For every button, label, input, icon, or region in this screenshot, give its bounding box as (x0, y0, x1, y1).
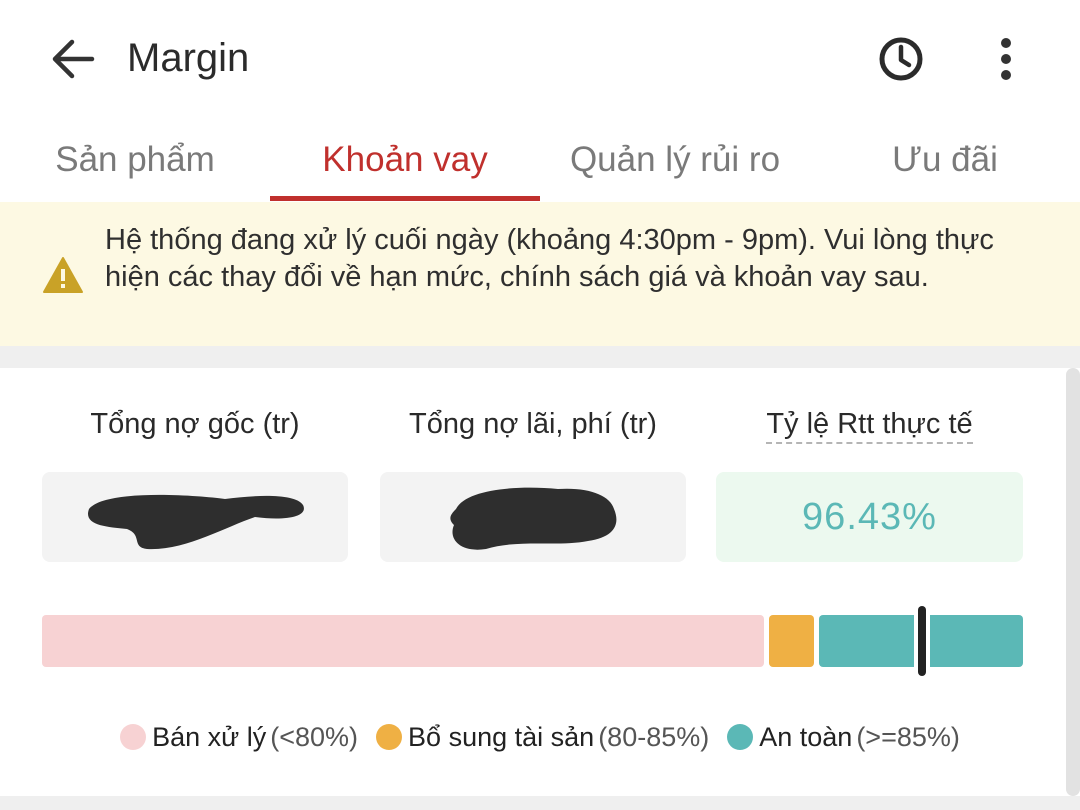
tab-uu-dai[interactable]: Ưu đãi (810, 118, 1080, 202)
risk-segment-sell (42, 615, 764, 667)
rtt-value: 96.43% (802, 495, 937, 538)
banner-message: Hệ thống đang xử lý cuối ngày (khoảng 4:… (105, 224, 994, 293)
section-divider (0, 346, 1080, 368)
risk-legend: Bán xử lý (<80%) Bổ sung tài sản (80-85%… (0, 716, 1080, 758)
rtt-label-text: Tỷ lệ Rtt thực tế (766, 408, 973, 444)
tab-quan-ly-rui-ro[interactable]: Quản lý rủi ro (540, 118, 810, 202)
active-tab-indicator (270, 196, 540, 201)
warning-icon (43, 257, 83, 293)
redacted-value (87, 494, 304, 550)
page-title: Margin (127, 36, 250, 80)
current-ratio-marker (914, 602, 930, 680)
clock-icon (879, 37, 923, 81)
tab-bar: Sản phẩm Khoản vay Quản lý rủi ro Ưu đãi (0, 118, 1080, 202)
more-menu-button[interactable] (980, 30, 1032, 88)
tab-san-pham[interactable]: Sản phẩm (0, 118, 270, 202)
legend-name: Bán xử lý (152, 721, 267, 752)
rtt-label[interactable]: Tỷ lệ Rtt thực tế (716, 408, 1023, 448)
legend-name: An toàn (759, 721, 853, 752)
section-divider (0, 796, 1080, 810)
legend-item-safe: An toàn (>=85%) (727, 722, 960, 753)
legend-dot-add-assets (376, 724, 403, 750)
legend-item-sell: Bán xử lý (<80%) (120, 722, 358, 753)
arrow-left-icon (52, 39, 95, 79)
current-ratio-marker-line (918, 606, 926, 676)
principal-label: Tổng nợ gốc (tr) (90, 408, 300, 440)
legend-range: (>=85%) (856, 721, 960, 752)
legend-range: (<80%) (270, 721, 359, 752)
legend-dot-sell (120, 724, 147, 750)
tab-khoan-vay[interactable]: Khoản vay (270, 118, 540, 202)
legend-range: (80-85%) (598, 721, 710, 752)
legend-name: Bổ sung tài sản (408, 721, 595, 752)
app-bar: Margin (0, 0, 1080, 118)
rtt-value-box: 96.43% (716, 472, 1023, 562)
legend-item-add-assets: Bổ sung tài sản (80-85%) (376, 722, 709, 753)
risk-segment-add-assets (769, 615, 814, 667)
history-button[interactable] (872, 30, 930, 88)
more-vertical-icon (1001, 38, 1011, 80)
legend-dot-safe (727, 724, 754, 750)
redacted-value (450, 487, 617, 550)
interest-fee-label: Tổng nợ lãi, phí (tr) (409, 408, 657, 440)
back-button[interactable] (44, 30, 102, 88)
principal-value-box (42, 472, 348, 562)
interest-fee-value-box (380, 472, 686, 562)
